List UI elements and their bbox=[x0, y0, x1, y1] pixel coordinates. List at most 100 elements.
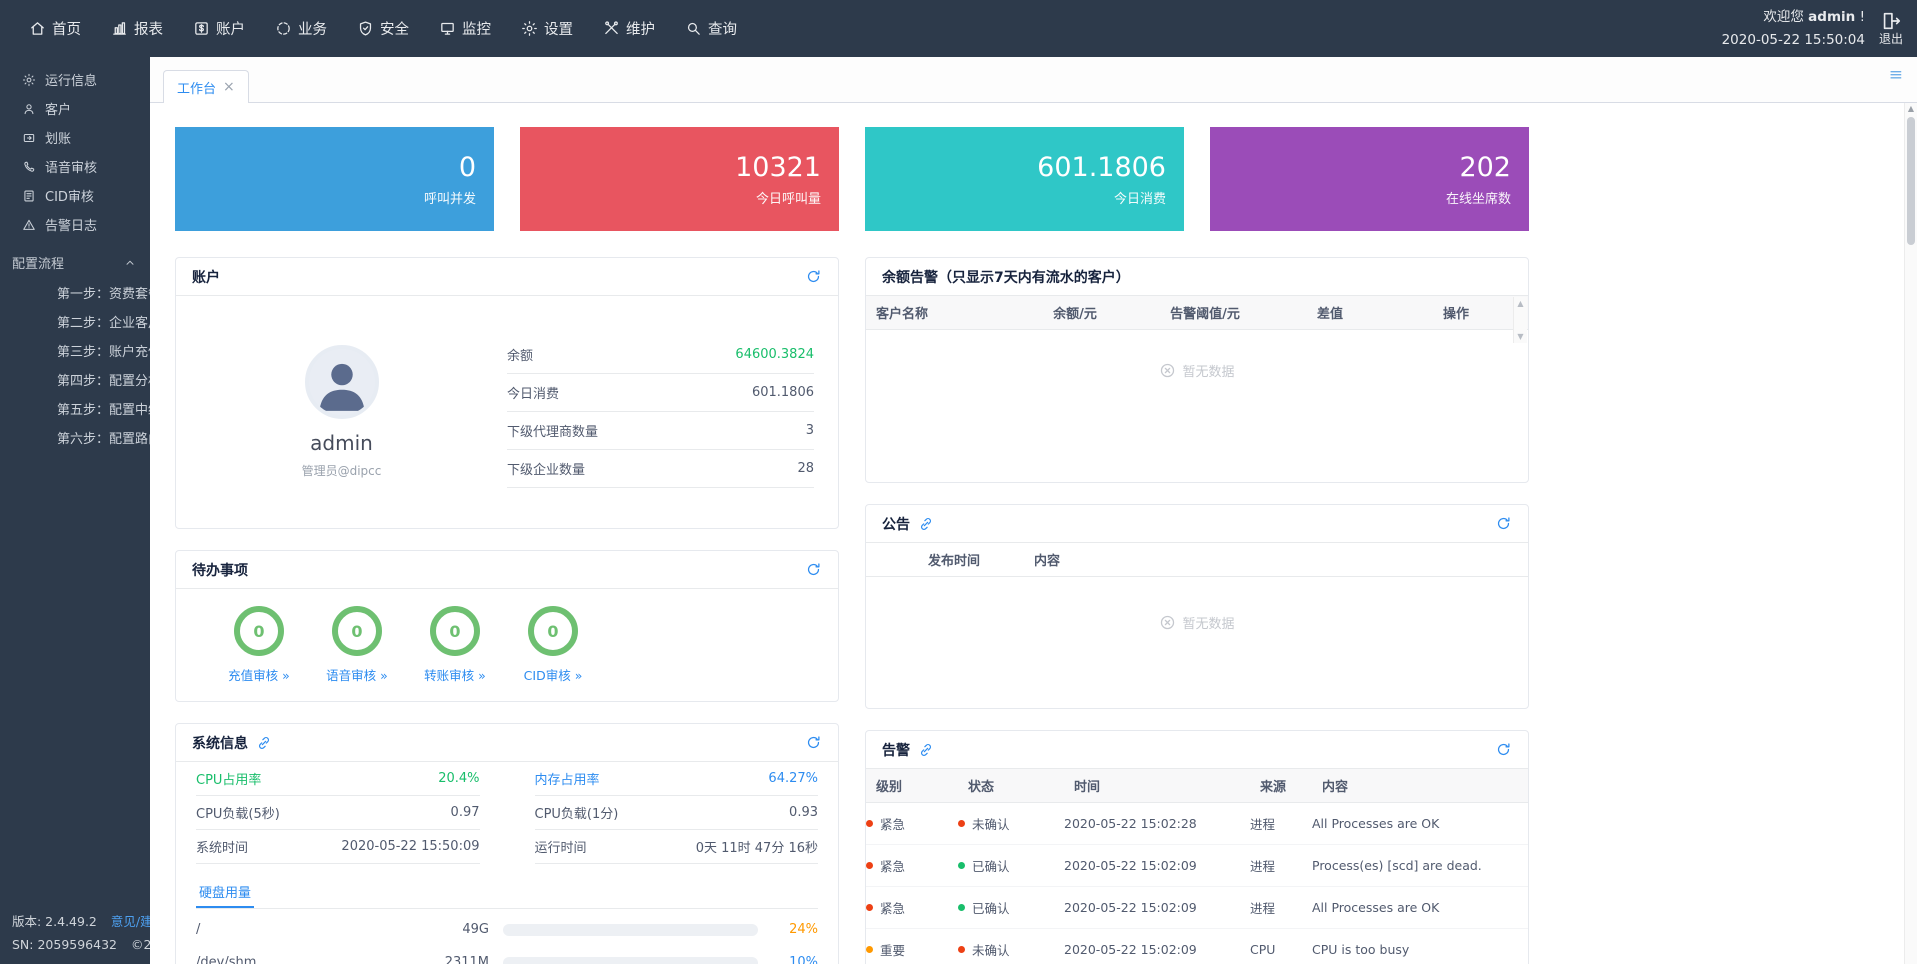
chevron-double-right-icon: » bbox=[282, 668, 290, 683]
logout-label: 退出 bbox=[1879, 32, 1903, 46]
notice-empty-state: 暂无数据 bbox=[866, 577, 1528, 667]
dashboard-content: 0 呼叫并发 10321 今日呼叫量 601.1806 今日消费 202 在线坐… bbox=[150, 103, 1917, 964]
disk-row-root: / 49G 24% bbox=[196, 913, 818, 946]
alarm-table-row: 紧急 已确认 2020-05-22 15:02:09 进程 Process(es… bbox=[866, 845, 1528, 887]
account-panel: 账户 admin 管理员@dipcc bbox=[175, 257, 839, 529]
metric-cpu-usage: CPU占用率 20.4% bbox=[196, 762, 480, 796]
tab-workbench[interactable]: 工作台 × bbox=[163, 70, 249, 103]
no-data-icon bbox=[1159, 614, 1176, 631]
top-navbar: 首页 报表 账户 业务 安全 监控 设置 维护 bbox=[0, 0, 1917, 57]
sidebar-item-transfer[interactable]: 划账 bbox=[0, 123, 150, 152]
sn-text: SN: 2059596432 bbox=[12, 934, 117, 957]
table-scrollbar[interactable]: ▲ ▼ bbox=[1513, 297, 1527, 343]
todo-item-voice-review[interactable]: 0 语音审核 » bbox=[308, 606, 406, 684]
link-icon[interactable] bbox=[256, 735, 272, 751]
todo-item-transfer-review[interactable]: 0 转账审核 » bbox=[406, 606, 504, 684]
disk-size: 49G bbox=[425, 922, 489, 937]
nav-item-reports[interactable]: 报表 bbox=[96, 0, 178, 57]
nav-item-settings[interactable]: 设置 bbox=[506, 0, 588, 57]
alarm-content: All Processes are OK bbox=[1312, 816, 1528, 831]
sidebar-section-config-flow[interactable]: 配置流程 bbox=[0, 239, 150, 278]
stat-card-concurrent-calls[interactable]: 0 呼叫并发 bbox=[175, 127, 494, 231]
sidebar-step-4[interactable]: 第四步：配置分机 bbox=[0, 365, 150, 394]
avatar bbox=[305, 345, 379, 419]
sidebar-item-runtime-info[interactable]: 运行信息 bbox=[0, 65, 150, 94]
stat-card-online-agents[interactable]: 202 在线坐席数 bbox=[1210, 127, 1529, 231]
nav-item-query[interactable]: 查询 bbox=[670, 0, 752, 57]
refresh-icon[interactable] bbox=[1495, 515, 1512, 532]
welcome-text: 欢迎您 admin ! bbox=[1722, 6, 1865, 29]
person-icon bbox=[22, 102, 36, 116]
balance-alert-panel: 余额告警（只显示7天内有流水的客户） 客户名称 余额/元 告警阈值/元 差值 操… bbox=[865, 257, 1529, 483]
system-info-panel: 系统信息 CPU占用率 20.4% bbox=[175, 723, 839, 964]
gear-icon bbox=[22, 73, 36, 87]
sidebar-step-1[interactable]: 第一步：资费套餐 bbox=[0, 278, 150, 307]
chevron-double-right-icon: » bbox=[380, 668, 388, 683]
todo-count-badge: 0 bbox=[528, 606, 578, 656]
stat-card-today-calls[interactable]: 10321 今日呼叫量 bbox=[520, 127, 839, 231]
nav-item-monitoring[interactable]: 监控 bbox=[424, 0, 506, 57]
refresh-icon[interactable] bbox=[805, 561, 822, 578]
link-icon[interactable] bbox=[918, 516, 934, 532]
stat-card-today-spend[interactable]: 601.1806 今日消费 bbox=[865, 127, 1184, 231]
disk-row-dev-shm: /dev/shm 2311M 10% bbox=[196, 946, 818, 964]
nav-item-label: 账户 bbox=[216, 18, 245, 39]
logout-button[interactable]: 退出 bbox=[1879, 10, 1903, 46]
column-header: 级别 bbox=[866, 776, 958, 795]
stat-value: 0 bbox=[459, 151, 476, 185]
tab-disk-usage[interactable]: 硬盘用量 bbox=[196, 877, 254, 908]
scroll-up-icon[interactable]: ▲ bbox=[1905, 104, 1917, 113]
stat-label: 呼叫并发 bbox=[424, 188, 476, 207]
nav-item-maintenance[interactable]: 维护 bbox=[588, 0, 670, 57]
vertical-scrollbar[interactable]: ▲ bbox=[1904, 103, 1917, 964]
sidebar-step-2[interactable]: 第二步：企业客户 bbox=[0, 307, 150, 336]
sidebar-item-voice-review[interactable]: 语音审核 bbox=[0, 152, 150, 181]
link-icon[interactable] bbox=[918, 742, 934, 758]
sidebar-item-customers[interactable]: 客户 bbox=[0, 94, 150, 123]
todo-item-recharge-review[interactable]: 0 充值审核 » bbox=[210, 606, 308, 684]
level-dot bbox=[866, 946, 873, 953]
column-header: 状态 bbox=[958, 776, 1064, 795]
status-dot bbox=[958, 946, 965, 953]
sidebar-step-6[interactable]: 第六步：配置路由 bbox=[0, 423, 150, 452]
tab-list-menu-icon[interactable]: ≡ bbox=[1889, 65, 1903, 85]
sidebar-item-cid-review[interactable]: CID审核 bbox=[0, 181, 150, 210]
sidebar-step-3[interactable]: 第三步：账户充值 bbox=[0, 336, 150, 365]
alarm-panel-title: 告警 bbox=[882, 740, 910, 760]
alarm-time: 2020-05-22 15:02:09 bbox=[1064, 858, 1250, 873]
balance-alert-table-header: 客户名称 余额/元 告警阈值/元 差值 操作 bbox=[866, 296, 1528, 330]
alarm-content: All Processes are OK bbox=[1312, 900, 1528, 915]
nav-item-security[interactable]: 安全 bbox=[342, 0, 424, 57]
chevron-double-right-icon: » bbox=[478, 668, 486, 683]
sidebar-item-alarm-log[interactable]: 告警日志 bbox=[0, 210, 150, 239]
nav-item-home[interactable]: 首页 bbox=[14, 0, 96, 57]
stat-label: 今日消费 bbox=[1114, 188, 1166, 207]
stat-value: 601.1806 bbox=[1037, 151, 1166, 185]
column-header: 客户名称 bbox=[866, 303, 1016, 322]
level-dot bbox=[866, 862, 873, 869]
column-header: 差值 bbox=[1276, 303, 1384, 322]
todo-count-badge: 0 bbox=[234, 606, 284, 656]
warning-icon bbox=[22, 218, 36, 232]
refresh-icon[interactable] bbox=[805, 268, 822, 285]
chevron-up-icon bbox=[124, 257, 136, 269]
todo-item-cid-review[interactable]: 0 CID审核 » bbox=[504, 606, 602, 684]
stat-value: 202 bbox=[1459, 151, 1511, 185]
balance-alert-empty-state: 暂无数据 bbox=[866, 330, 1528, 410]
nav-item-accounts[interactable]: 账户 bbox=[178, 0, 260, 57]
status-dot bbox=[958, 862, 965, 869]
scroll-down-icon[interactable]: ▼ bbox=[1517, 332, 1523, 341]
alarm-table-row: 重要 未确认 2020-05-22 15:02:09 CPU CPU is to… bbox=[866, 929, 1528, 964]
sidebar-step-5[interactable]: 第五步：配置中继 bbox=[0, 394, 150, 423]
scroll-up-icon[interactable]: ▲ bbox=[1517, 299, 1523, 308]
tab-close-icon[interactable]: × bbox=[223, 79, 235, 95]
refresh-icon[interactable] bbox=[1495, 741, 1512, 758]
alarm-time: 2020-05-22 15:02:28 bbox=[1064, 816, 1250, 831]
scrollbar-thumb[interactable] bbox=[1907, 117, 1915, 245]
current-datetime: 2020-05-22 15:50:04 bbox=[1722, 29, 1865, 52]
transfer-icon bbox=[22, 131, 36, 145]
tab-bar: 工作台 × ≡ bbox=[150, 57, 1917, 103]
nav-item-business[interactable]: 业务 bbox=[260, 0, 342, 57]
account-username: admin bbox=[310, 431, 373, 455]
refresh-icon[interactable] bbox=[805, 734, 822, 751]
